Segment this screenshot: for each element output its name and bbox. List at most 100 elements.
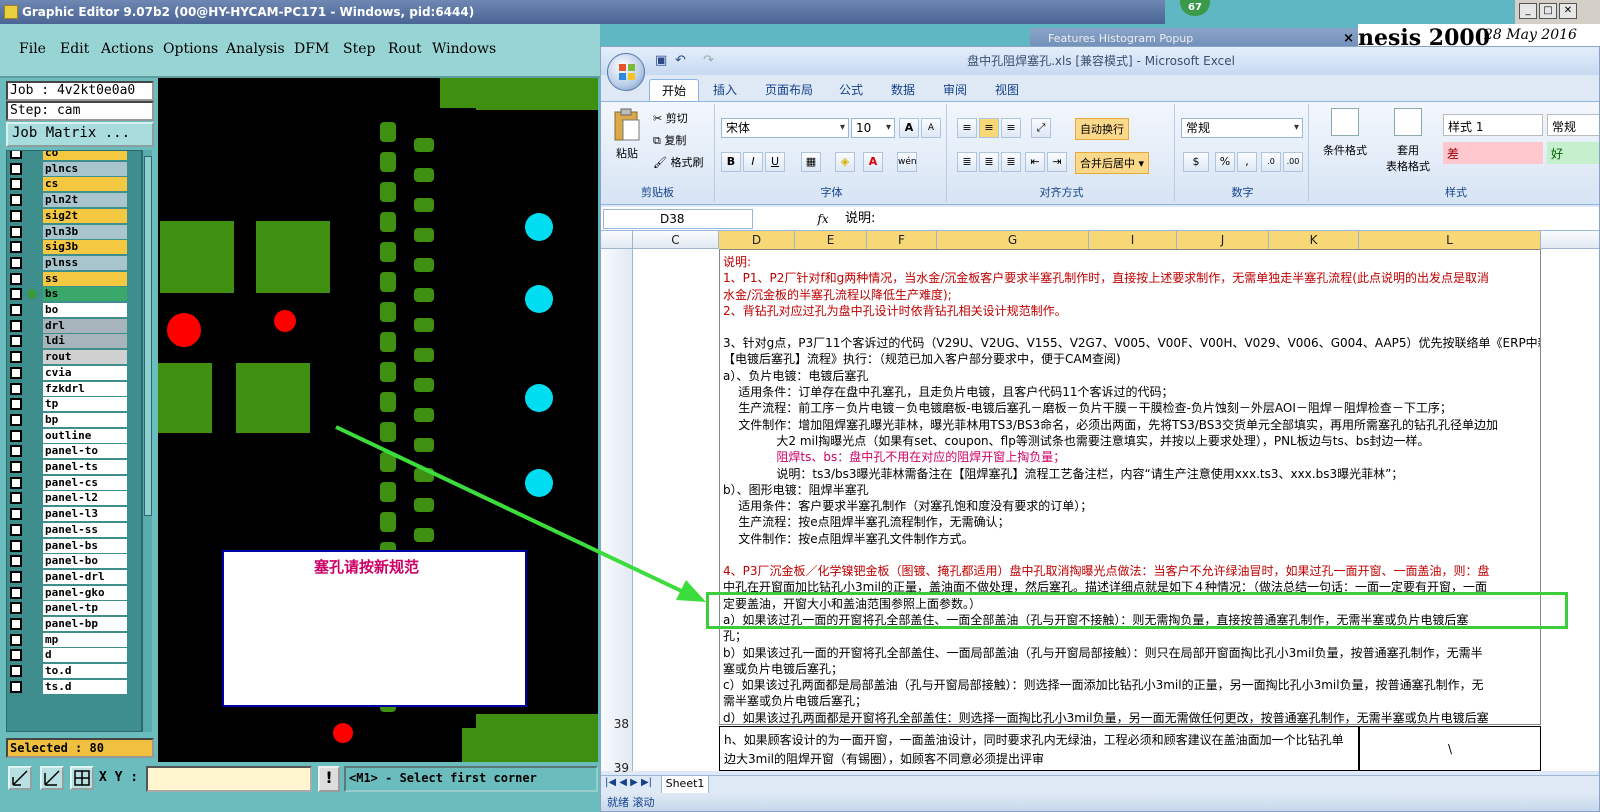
layer-name[interactable]: ldi <box>43 334 127 349</box>
layer-name[interactable]: co <box>43 151 127 160</box>
col-header-g[interactable]: G <box>937 231 1089 249</box>
layer-row[interactable]: cs <box>7 176 141 192</box>
grow-font-button[interactable]: A <box>899 118 919 138</box>
layer-name[interactable]: sig3b <box>43 240 127 255</box>
layer-checkbox[interactable] <box>10 633 22 646</box>
tab-home[interactable]: 开始 <box>649 79 700 101</box>
align-top-button[interactable]: ≡ <box>957 118 977 138</box>
layer-checkbox[interactable] <box>10 680 22 693</box>
layer-checkbox[interactable] <box>10 602 22 615</box>
layer-checkbox[interactable] <box>10 241 22 254</box>
col-header-f[interactable]: F <box>867 231 937 249</box>
bold-button[interactable]: B <box>721 152 741 172</box>
minimize-icon[interactable]: _ <box>1519 3 1537 19</box>
style-1-swatch[interactable]: 样式 1 <box>1443 114 1543 136</box>
warning-button[interactable]: ! <box>318 766 340 792</box>
layer-row[interactable]: drl <box>7 318 141 334</box>
tab-view[interactable]: 视图 <box>983 79 1031 101</box>
layer-row[interactable]: sig3b <box>7 239 141 255</box>
col-header-e[interactable]: E <box>795 231 867 249</box>
layer-name[interactable]: panel-bo <box>43 554 127 569</box>
zoom-tool-button[interactable] <box>8 766 32 790</box>
redo-icon[interactable]: ↷ <box>703 53 714 68</box>
layer-name[interactable]: panel-drl <box>43 569 127 584</box>
layer-row[interactable]: ss <box>7 271 141 287</box>
layer-name[interactable]: panel-gko <box>43 585 127 600</box>
layer-checkbox[interactable] <box>10 508 22 521</box>
col-header-i[interactable]: I <box>1089 231 1177 249</box>
layer-name[interactable]: outline <box>43 428 127 443</box>
layer-row[interactable]: sig2t <box>7 208 141 224</box>
layer-name[interactable]: pln2t <box>43 193 127 208</box>
layer-scrollbar[interactable] <box>142 150 152 732</box>
cell-d38[interactable]: 说明: 1、P1、P2厂针对f和g两种情况，当水金/沉金板客户要求半塞孔制作时，直… <box>719 249 1541 725</box>
layer-name[interactable]: panel-bp <box>43 617 127 631</box>
layer-checkbox[interactable] <box>10 382 22 395</box>
decrease-decimal-button[interactable]: .00 <box>1283 152 1303 172</box>
layer-row[interactable]: to.d <box>7 663 141 679</box>
row-header-39[interactable]: 39 <box>601 761 633 775</box>
layer-checkbox[interactable] <box>10 194 22 207</box>
layer-checkbox[interactable] <box>10 209 22 222</box>
menu-edit[interactable]: Edit <box>60 41 89 57</box>
underline-button[interactable]: U <box>765 152 785 172</box>
undo-icon[interactable]: ↶ <box>675 53 686 68</box>
font-name-combo[interactable]: 宋体 <box>721 118 849 138</box>
merge-center-button[interactable]: 合并后居中 ▾ <box>1075 152 1150 174</box>
align-center-button[interactable]: ≣ <box>979 152 999 172</box>
layer-checkbox[interactable] <box>10 586 22 599</box>
layer-checkbox[interactable] <box>10 178 22 191</box>
layer-row[interactable]: mp <box>7 632 141 648</box>
menu-rout[interactable]: Rout <box>388 41 422 57</box>
layer-row[interactable]: panel-l2 <box>7 490 141 506</box>
layer-checkbox[interactable] <box>10 523 22 536</box>
menu-windows[interactable]: Windows <box>432 41 496 57</box>
layer-checkbox[interactable] <box>10 398 22 411</box>
graphic-canvas[interactable]: 塞孔请按新规范 <box>158 78 598 762</box>
layer-row[interactable]: bp <box>7 412 141 428</box>
layer-name[interactable]: d <box>43 648 127 663</box>
layer-name[interactable]: pln3b <box>43 224 127 239</box>
currency-button[interactable]: $ <box>1183 152 1209 172</box>
layer-row[interactable]: bo <box>7 302 141 318</box>
sheet-nav-icon[interactable]: |◀ ◀ ▶ ▶| <box>605 777 652 788</box>
layer-checkbox[interactable] <box>10 618 22 630</box>
layer-row[interactable]: panel-ts <box>7 459 141 475</box>
layer-name[interactable]: bp <box>43 412 127 427</box>
layer-row[interactable]: panel-bo <box>7 553 141 569</box>
layer-name[interactable]: to.d <box>43 664 127 679</box>
col-header-k[interactable]: K <box>1269 231 1359 249</box>
menu-options[interactable]: Options <box>163 41 218 57</box>
decrease-indent-button[interactable]: ⇤ <box>1025 152 1045 172</box>
formula-input[interactable]: 说明: <box>841 209 1581 229</box>
layer-checkbox[interactable] <box>10 492 22 505</box>
layer-row[interactable]: outline <box>7 428 141 444</box>
layer-checkbox[interactable] <box>10 272 22 285</box>
col-header-c[interactable]: C <box>633 231 719 249</box>
layer-row[interactable]: panel-tp <box>7 600 141 616</box>
layer-name[interactable]: ts.d <box>43 679 127 694</box>
align-middle-button[interactable]: ≡ <box>979 118 999 138</box>
font-color-button[interactable]: A <box>863 152 883 172</box>
grid-tool-button[interactable] <box>70 766 94 790</box>
name-box[interactable]: D38 <box>603 209 753 229</box>
layer-row[interactable]: pln2t <box>7 192 141 208</box>
menu-step[interactable]: Step <box>343 41 375 57</box>
layer-name[interactable]: tp <box>43 397 127 412</box>
sheet-tab-sheet1[interactable]: Sheet1 <box>661 776 709 794</box>
layer-checkbox[interactable] <box>10 288 22 301</box>
layer-name[interactable]: panel-l3 <box>43 507 127 522</box>
style-bad-swatch[interactable]: 差 <box>1443 142 1543 164</box>
increase-indent-button[interactable]: ⇥ <box>1047 152 1067 172</box>
number-format-combo[interactable]: 常规 <box>1181 118 1303 138</box>
align-bottom-button[interactable]: ≡ <box>1001 118 1021 138</box>
layer-name[interactable]: ss <box>43 271 127 286</box>
layer-row[interactable]: tp <box>7 396 141 412</box>
layer-row[interactable]: panel-gko <box>7 585 141 601</box>
layer-checkbox[interactable] <box>10 225 22 238</box>
layer-row[interactable]: rout <box>7 349 141 365</box>
layer-row[interactable]: co <box>7 151 141 161</box>
layer-row[interactable]: panel-cs <box>7 475 141 491</box>
layer-checkbox[interactable] <box>10 413 22 426</box>
style-good-swatch[interactable]: 好 <box>1547 142 1599 164</box>
